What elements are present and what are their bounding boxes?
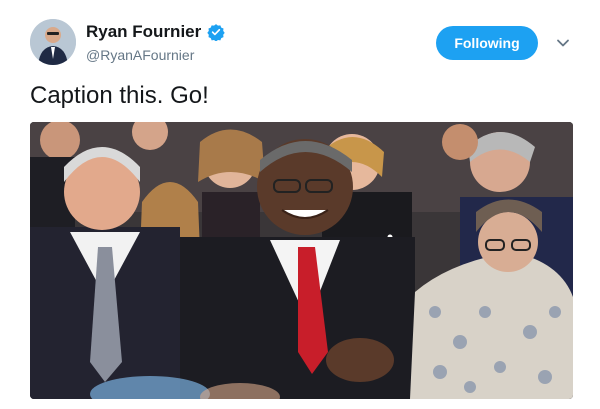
author-name[interactable]: Ryan Fournier [86,22,201,42]
following-button[interactable]: Following [436,26,538,60]
author-name-row: Ryan Fournier [86,22,225,42]
tweet-text: Caption this. Go! [30,82,209,109]
verified-badge-icon [207,24,225,41]
chevron-down-icon[interactable] [556,36,570,50]
author-handle[interactable]: @RyanAFournier [86,47,194,63]
tweet-photo[interactable] [30,122,573,399]
avatar[interactable] [30,19,76,65]
